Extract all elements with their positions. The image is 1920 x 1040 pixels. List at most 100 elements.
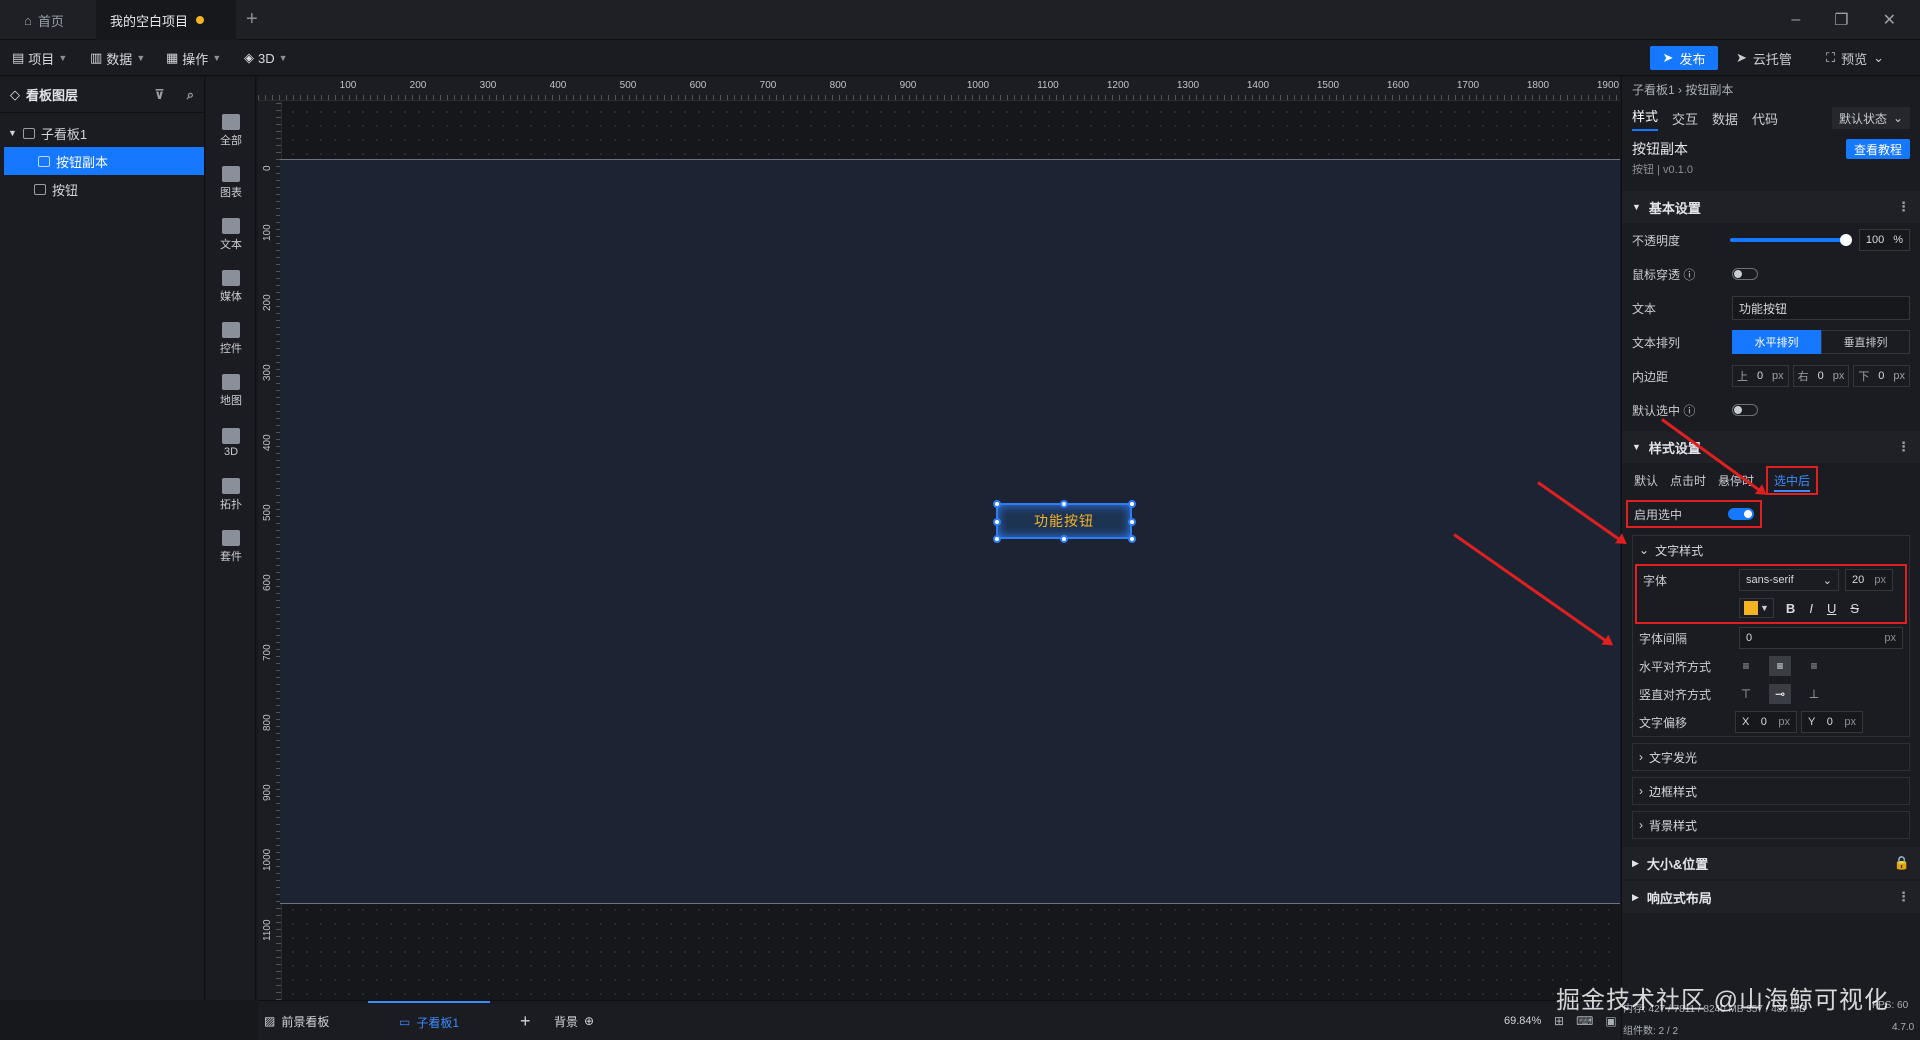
- close-icon[interactable]: ✕: [1883, 10, 1896, 30]
- preview-button[interactable]: ⛶ 预览 ⌄: [1826, 46, 1884, 70]
- align-center-icon[interactable]: ≡: [1769, 656, 1791, 676]
- tab-style[interactable]: 样式: [1632, 106, 1659, 131]
- strikethrough-icon[interactable]: S: [1850, 601, 1859, 616]
- lock-icon[interactable]: 🔒: [1894, 855, 1910, 871]
- enable-selected-toggle[interactable]: [1728, 508, 1754, 520]
- menu-data[interactable]: ▥ 数据 ▼: [90, 40, 145, 76]
- tutorial-button[interactable]: 查看教程: [1845, 139, 1910, 159]
- search-icon[interactable]: ⌕: [187, 87, 194, 103]
- menu-3d[interactable]: ◈ 3D ▼: [244, 40, 288, 76]
- opacity-slider[interactable]: [1729, 234, 1853, 246]
- dashboard-board[interactable]: [280, 159, 1620, 904]
- text-glow-group[interactable]: › 文字发光: [1632, 743, 1910, 771]
- menu-project[interactable]: ▤ 项目 ▼: [12, 40, 67, 76]
- arrange-horizontal[interactable]: 水平排列: [1732, 330, 1821, 354]
- mouse-through-toggle[interactable]: [1732, 268, 1758, 280]
- filter-icon[interactable]: ⊽: [154, 87, 165, 103]
- tab-home[interactable]: ⌂ 首页: [10, 0, 90, 40]
- more-icon[interactable]: ⋮: [1897, 439, 1910, 455]
- comp-kit[interactable]: 套件: [206, 523, 256, 571]
- tab-interaction[interactable]: 交互: [1672, 109, 1698, 128]
- align-middle-icon[interactable]: ⊸: [1769, 684, 1791, 704]
- background-style-group[interactable]: › 背景样式: [1632, 811, 1910, 839]
- canvas-area[interactable]: 100 200 300 400 500 600 700 800 900 1000 1100 1200 1…: [258, 77, 1620, 1000]
- layer-root[interactable]: ▼ 子看板1: [0, 119, 204, 147]
- size-position-header[interactable]: ▶ 大小&位置 🔒: [1622, 847, 1920, 879]
- font-size-input[interactable]: 20 px: [1845, 569, 1893, 591]
- layer-item-button-copy[interactable]: 按钮副本: [4, 147, 204, 175]
- font-family-select[interactable]: sans-serif ⌄: [1739, 569, 1839, 591]
- state-select[interactable]: 默认状态 ⌄: [1832, 107, 1910, 129]
- comp-text[interactable]: 文本: [206, 211, 256, 259]
- style-tab-selected[interactable]: 选中后: [1766, 465, 1819, 495]
- resize-handle[interactable]: [993, 518, 1001, 526]
- opacity-input[interactable]: 100%: [1858, 229, 1910, 251]
- tab-data[interactable]: 数据: [1712, 109, 1738, 128]
- padding-right[interactable]: 右 0 px: [1792, 365, 1850, 387]
- responsive-layout-header[interactable]: ▶ 响应式布局 ⋮: [1622, 881, 1920, 913]
- resize-handle[interactable]: [993, 500, 1001, 508]
- ruler-left[interactable]: 01002003004005006007008009001000110000: [258, 101, 282, 1000]
- caret-down-icon[interactable]: ▼: [8, 128, 17, 138]
- comp-chart[interactable]: 图表: [206, 159, 256, 207]
- minimize-icon[interactable]: –: [1791, 11, 1800, 29]
- offset-y-input[interactable]: Y 0 px: [1801, 711, 1863, 733]
- letter-spacing-input[interactable]: 0 px: [1739, 627, 1903, 649]
- fit-screen-icon[interactable]: ⊞: [1554, 1014, 1564, 1028]
- align-right-icon[interactable]: ≡: [1803, 656, 1825, 676]
- ruler-top[interactable]: 100 200 300 400 500 600 700 800 900 1000 1100 1200 1…: [258, 77, 1620, 101]
- style-tab-default[interactable]: 默认: [1634, 472, 1658, 489]
- bold-icon[interactable]: B: [1786, 601, 1795, 616]
- tab-code[interactable]: 代码: [1752, 109, 1778, 128]
- resize-handle[interactable]: [1128, 518, 1136, 526]
- publish-button[interactable]: ➤ 发布: [1650, 46, 1718, 70]
- more-icon[interactable]: ⋮: [1897, 889, 1910, 905]
- comp-topology[interactable]: 拓扑: [206, 471, 256, 519]
- menu-operate[interactable]: ▦ 操作 ▼: [166, 40, 221, 76]
- comp-3d[interactable]: 3D: [206, 419, 256, 467]
- zoom-level[interactable]: 69.84%: [1504, 1001, 1541, 1040]
- font-color-picker[interactable]: ▼: [1739, 598, 1774, 618]
- italic-icon[interactable]: I: [1809, 601, 1813, 616]
- chevron-down-icon[interactable]: ⌄: [1873, 50, 1884, 66]
- offset-x-input[interactable]: X 0 px: [1735, 711, 1797, 733]
- resize-handle[interactable]: [1060, 500, 1068, 508]
- help-icon[interactable]: ⓘ: [1683, 268, 1695, 282]
- padding-bottom[interactable]: 下 0 px: [1853, 365, 1911, 387]
- align-top-icon[interactable]: ⊤: [1735, 684, 1757, 704]
- comp-map[interactable]: 地图: [206, 367, 256, 415]
- underline-icon[interactable]: U: [1827, 601, 1836, 616]
- text-input[interactable]: 功能按钮: [1732, 296, 1910, 320]
- front-board-tab[interactable]: ▨ 前景看板: [264, 1001, 329, 1040]
- cloud-host-button[interactable]: ➤ 云托管: [1736, 46, 1792, 70]
- padding-top[interactable]: 上 0 px: [1732, 365, 1789, 387]
- align-bottom-icon[interactable]: ⊥: [1803, 684, 1825, 704]
- resize-handle[interactable]: [993, 535, 1001, 543]
- style-tab-click[interactable]: 点击时: [1670, 472, 1706, 489]
- basic-settings-header[interactable]: ▼ 基本设置 ⋮: [1622, 191, 1920, 223]
- comp-control[interactable]: 控件: [206, 315, 256, 363]
- more-icon[interactable]: ⋮: [1897, 199, 1910, 215]
- function-button[interactable]: 功能按钮: [996, 503, 1132, 539]
- add-tab-icon[interactable]: +: [246, 8, 258, 31]
- comp-media[interactable]: 媒体: [206, 263, 256, 311]
- sub-board-tab[interactable]: ▭ 子看板1: [368, 1001, 490, 1040]
- arrange-vertical[interactable]: 垂直排列: [1821, 330, 1910, 354]
- resize-handle[interactable]: [1128, 535, 1136, 543]
- add-circle-icon[interactable]: ⊕: [584, 1014, 594, 1028]
- terminal-icon[interactable]: ▣: [1605, 1014, 1616, 1028]
- comp-all[interactable]: 全部: [206, 107, 256, 155]
- align-left-icon[interactable]: ≡: [1735, 656, 1757, 676]
- text-style-header[interactable]: ⌄ 文字样式: [1633, 536, 1909, 564]
- resize-handle[interactable]: [1128, 500, 1136, 508]
- style-settings-header[interactable]: ▼ 样式设置 ⋮: [1622, 431, 1920, 463]
- help-icon[interactable]: ⓘ: [1683, 404, 1695, 418]
- add-board-icon[interactable]: +: [520, 1001, 531, 1040]
- keyboard-icon[interactable]: ⌨: [1576, 1014, 1593, 1028]
- border-style-group[interactable]: › 边框样式: [1632, 777, 1910, 805]
- resize-handle[interactable]: [1060, 535, 1068, 543]
- default-selected-toggle[interactable]: [1732, 404, 1758, 416]
- restore-icon[interactable]: ❐: [1834, 10, 1848, 30]
- layer-item-button[interactable]: 按钮: [0, 175, 204, 203]
- background-tab[interactable]: 背景 ⊕: [554, 1001, 594, 1040]
